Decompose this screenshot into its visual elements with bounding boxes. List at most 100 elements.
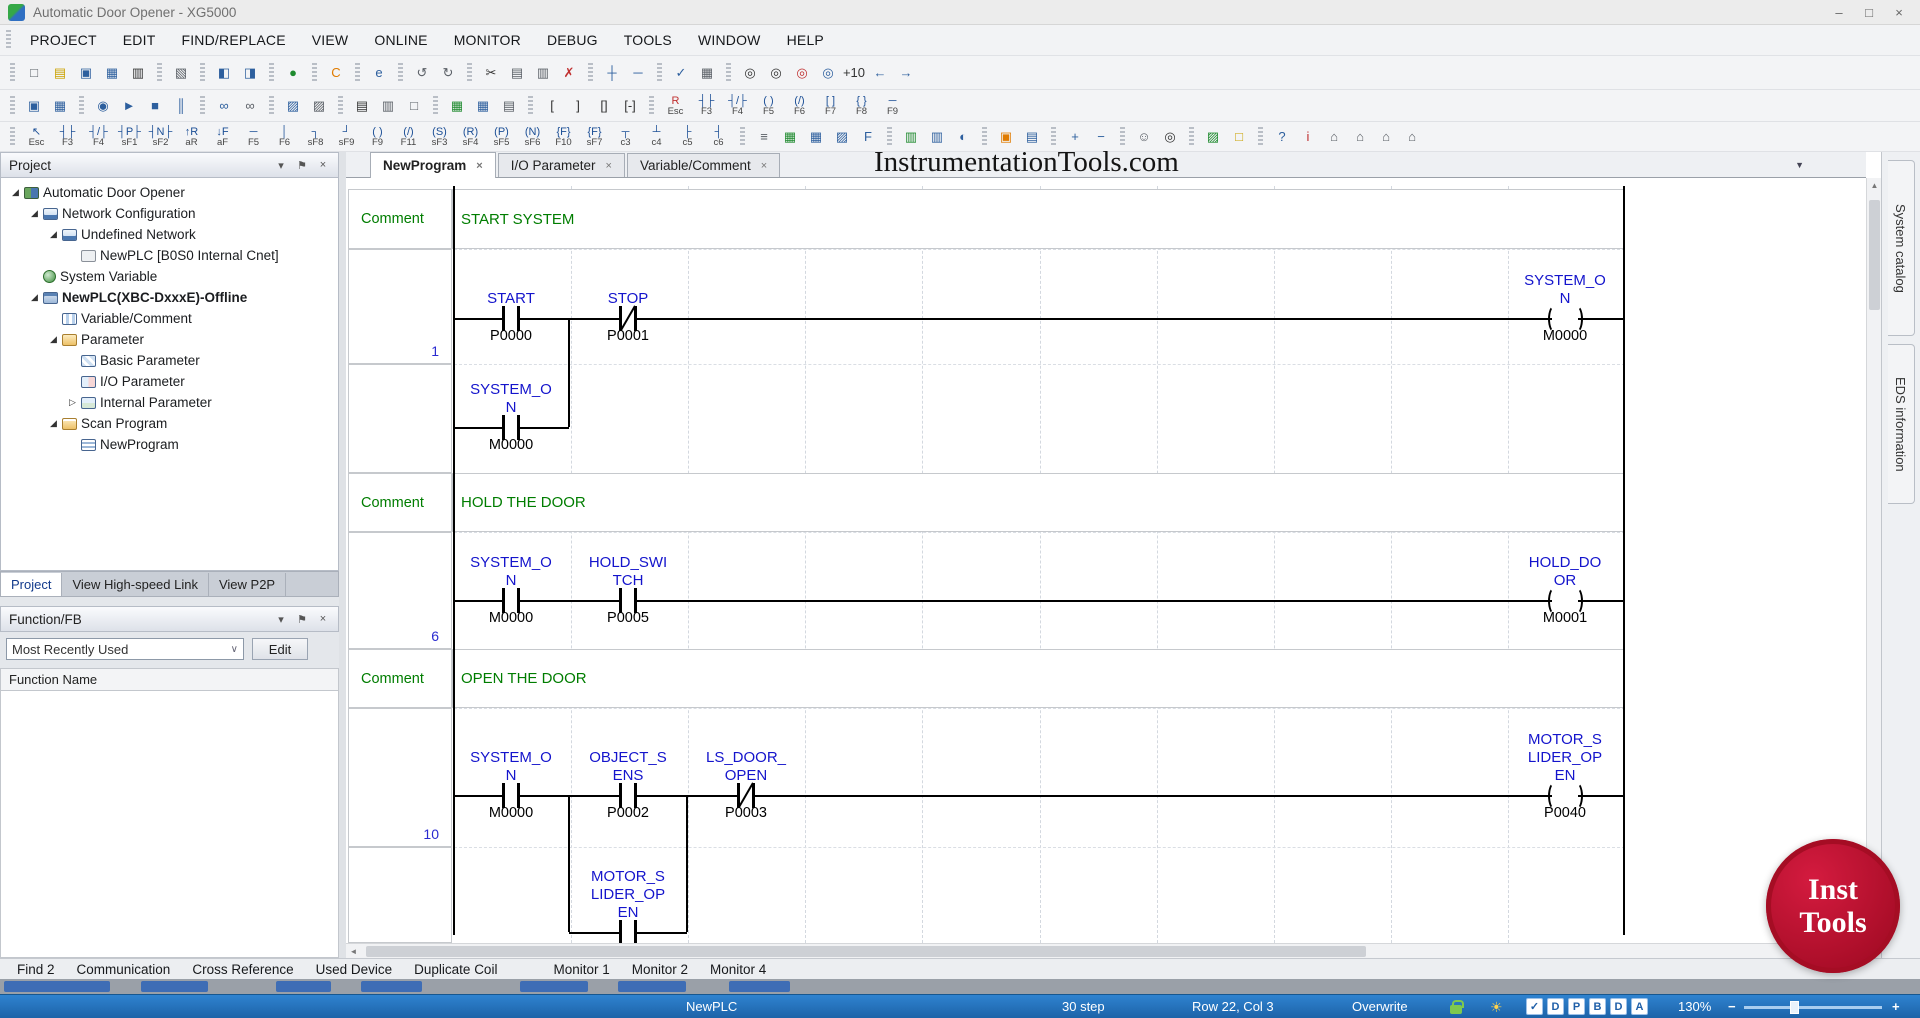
contact-symbol[interactable] — [619, 920, 622, 943]
horizontal-line-button[interactable]: ─F5 — [238, 123, 269, 151]
nc-contact-button[interactable]: ┤/├F4 — [83, 123, 114, 151]
panel-chip[interactable] — [4, 981, 110, 992]
ess-tool-icon[interactable]: e — [366, 60, 392, 85]
device-monitor-icon[interactable]: ▥ — [898, 124, 924, 149]
panel-chip[interactable] — [141, 981, 208, 992]
expander-icon[interactable]: ▷ — [66, 397, 79, 408]
trend-monitor-icon[interactable]: ◐ — [950, 124, 976, 149]
close-button[interactable]: × — [1884, 0, 1914, 25]
comment-row[interactable]: START SYSTEM — [452, 189, 1625, 249]
menu-edit[interactable]: EDIT — [110, 25, 169, 55]
bottom-tab-find-2[interactable]: Find 2 — [6, 962, 66, 977]
coil-button[interactable]: ( )F9 — [362, 123, 393, 151]
remove-line-button[interactable]: ┘sF9 — [331, 123, 362, 151]
editor-tab-i-o-parameter[interactable]: I/O Parameter× — [498, 153, 625, 177]
special-module-monitor-icon[interactable]: ▥ — [924, 124, 950, 149]
status-doc2-icon[interactable]: P — [1568, 998, 1585, 1015]
mode-f7-button[interactable]: [ ]F7 — [815, 92, 846, 120]
npulse-coil-button[interactable]: (N)sF6 — [517, 123, 548, 151]
user-login-icon[interactable]: ☺ — [1131, 124, 1157, 149]
stop-icon[interactable]: ■ — [142, 93, 168, 118]
minimize-button[interactable]: – — [1824, 0, 1854, 25]
panel-chip[interactable] — [276, 981, 331, 992]
editor-tab-variable-comment[interactable]: Variable/Comment× — [627, 153, 780, 177]
tree-item-scan-program[interactable]: ◢Scan Program — [1, 413, 338, 434]
tree-item-i-o-parameter[interactable]: I/O Parameter — [1, 371, 338, 392]
variable-view-icon[interactable]: ▦ — [777, 124, 803, 149]
set-coil-button[interactable]: (S)sF3 — [424, 123, 455, 151]
system-window-icon[interactable]: ▤ — [496, 93, 522, 118]
eds-import-icon[interactable]: ⌂ — [1347, 124, 1373, 149]
bottom-tab-monitor-1[interactable]: Monitor 1 — [542, 962, 620, 977]
link-view-icon[interactable]: ∞ — [237, 93, 263, 118]
device-window-icon[interactable]: ▦ — [470, 93, 496, 118]
function-block-button[interactable]: {F}F10 — [548, 123, 579, 151]
panel-splitter[interactable] — [339, 152, 346, 958]
new-project-icon[interactable]: □ — [21, 60, 47, 85]
picture-view-icon[interactable]: ▨ — [829, 124, 855, 149]
no-contact-button[interactable]: ┤├F3 — [52, 123, 83, 151]
mode-f6-button[interactable]: (/)F6 — [784, 92, 815, 120]
tree-item-newplc-b0s0-internal-cnet[interactable]: NewPLC [B0S0 Internal Cnet] — [1, 245, 338, 266]
sidebar-tab-project[interactable]: Project — [1, 573, 62, 596]
new-window-icon[interactable]: ▣ — [21, 93, 47, 118]
write-mode-icon[interactable]: ▨ — [280, 93, 306, 118]
comment-edit-icon[interactable]: C — [323, 60, 349, 85]
zoom-in-button[interactable]: + — [1892, 995, 1900, 1018]
menu-tools[interactable]: TOOLS — [611, 25, 685, 55]
branch-c4-button[interactable]: ┴c4 — [641, 123, 672, 151]
ladder-canvas[interactable]: CommentSTART SYSTEM1STARTP0000STOPP0001S… — [346, 178, 1866, 943]
branch-c5-button[interactable]: ├c5 — [672, 123, 703, 151]
eds-info-icon[interactable]: ⌂ — [1399, 124, 1425, 149]
panel-chip[interactable] — [361, 981, 422, 992]
tree-item-system-variable[interactable]: System Variable — [1, 266, 338, 287]
status-check-icon[interactable]: ✓ — [1526, 998, 1543, 1015]
find-icon[interactable]: ◎ — [737, 60, 763, 85]
tree-item-internal-parameter[interactable]: ▷Internal Parameter — [1, 392, 338, 413]
back-icon[interactable]: ← — [867, 60, 893, 85]
redo-icon[interactable]: ↻ — [435, 60, 461, 85]
menu-find-replace[interactable]: FIND/REPLACE — [168, 25, 298, 55]
status-doc4-icon[interactable]: D — [1610, 998, 1627, 1015]
bottom-tab-cross-reference[interactable]: Cross Reference — [181, 962, 304, 977]
find-all-icon[interactable]: ◎ — [815, 60, 841, 85]
expander-icon[interactable]: ◢ — [47, 229, 60, 240]
tab-overflow-icon[interactable]: ▼ — [1795, 160, 1804, 170]
mode-f8-button[interactable]: { }F8 — [846, 92, 877, 120]
insert-picture-icon[interactable]: ▨ — [1200, 124, 1226, 149]
menu-debug[interactable]: DEBUG — [534, 25, 611, 55]
zoom-out-icon[interactable]: − — [1088, 124, 1114, 149]
function-list[interactable] — [0, 691, 339, 958]
link-setup-icon[interactable]: ∞ — [211, 93, 237, 118]
data-trace-icon[interactable]: ▤ — [1019, 124, 1045, 149]
tree-item-automatic-door-opener[interactable]: ◢Automatic Door Opener — [1, 182, 338, 203]
panel-close-icon[interactable]: × — [316, 159, 330, 172]
read-from-plc-icon[interactable]: ◨ — [237, 60, 263, 85]
statement-list-icon[interactable]: ≡ — [751, 124, 777, 149]
bracket-clear-icon[interactable]: [-] — [617, 93, 643, 118]
mode-f4-button[interactable]: ┤/├F4 — [722, 92, 753, 120]
close-tab-icon[interactable]: × — [606, 160, 612, 172]
status-doc1-icon[interactable]: D — [1547, 998, 1564, 1015]
eds-export-icon[interactable]: ⌂ — [1373, 124, 1399, 149]
expander-icon[interactable]: ◢ — [28, 208, 41, 219]
maximize-button[interactable]: □ — [1854, 0, 1884, 25]
tree-item-undefined-network[interactable]: ◢Undefined Network — [1, 224, 338, 245]
connect-line-button[interactable]: ┐sF8 — [300, 123, 331, 151]
write-to-plc-icon[interactable]: ◧ — [211, 60, 237, 85]
panel-chip[interactable] — [618, 981, 686, 992]
horizontal-scroll-thumb[interactable] — [366, 946, 1366, 957]
tree-item-newprogram[interactable]: NewProgram — [1, 434, 338, 455]
insert-cell-icon[interactable]: ┼ — [599, 60, 625, 85]
falling-edge-button[interactable]: ↓FaF — [207, 123, 238, 151]
mode-esc-button[interactable]: REsc — [660, 92, 691, 120]
undo-icon[interactable]: ↺ — [409, 60, 435, 85]
cut-icon[interactable]: ✂ — [478, 60, 504, 85]
zoom-in-icon[interactable]: + — [1062, 124, 1088, 149]
scroll-left-icon[interactable]: ◄ — [346, 944, 361, 959]
eds-information-tab[interactable]: EDS information — [1888, 344, 1915, 504]
function-filter-select[interactable]: Most Recently Used ∨ — [6, 638, 244, 660]
panel-pin-icon[interactable]: ⚑ — [295, 613, 309, 626]
mode-f9-button[interactable]: ─F9 — [877, 92, 908, 120]
paste-icon[interactable]: ▥ — [530, 60, 556, 85]
